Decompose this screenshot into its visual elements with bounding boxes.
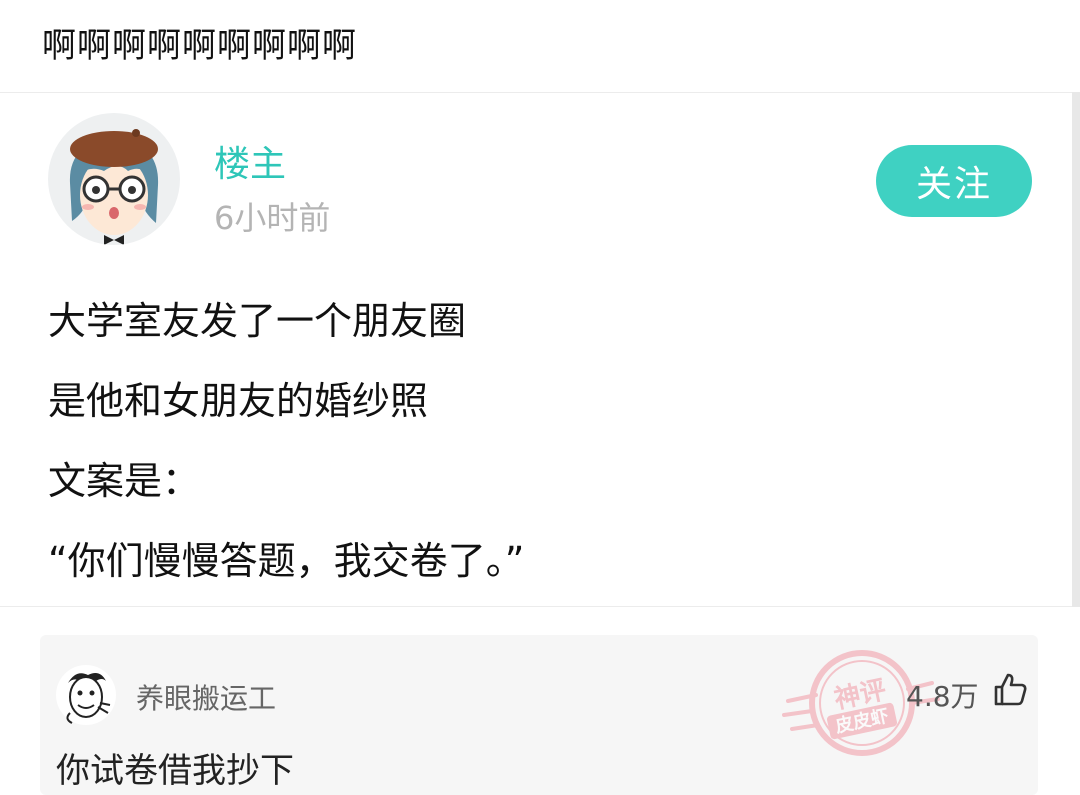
post-line: 大学室友发了一个朋友圈 xyxy=(48,299,467,343)
avatar-illustration-icon xyxy=(69,129,159,245)
cartoon-face-icon xyxy=(56,665,116,725)
page-caption: 啊啊啊啊啊啊啊啊啊 xyxy=(42,26,357,66)
like-count: 4.8万 xyxy=(906,680,979,713)
author-avatar[interactable] xyxy=(48,113,180,245)
post-line: 文案是： xyxy=(48,459,201,503)
post-line: “你们慢慢答题，我交卷了。” xyxy=(48,539,525,583)
scrollbar-track[interactable] xyxy=(1072,92,1080,607)
post-time: 6小时前 xyxy=(214,199,331,237)
post-card: 楼主 6小时前 关注 大学室友发了一个朋友圈 是他和女朋友的婚纱照 文案是： “… xyxy=(0,92,1080,607)
thumbs-up-icon[interactable] xyxy=(992,671,1028,707)
post-body: 大学室友发了一个朋友圈 是他和女朋友的婚纱照 文案是： “你们慢慢答题，我交卷了… xyxy=(48,291,1028,611)
follow-button[interactable]: 关注 xyxy=(876,145,1032,217)
comment-text: 你试卷借我抄下 xyxy=(56,751,294,791)
post-line: 是他和女朋友的婚纱照 xyxy=(48,379,429,423)
author-name[interactable]: 楼主 xyxy=(214,135,286,187)
commenter-name[interactable]: 养眼搬运工 xyxy=(136,677,276,717)
commenter-avatar[interactable] xyxy=(54,663,118,727)
comment-card: 养眼搬运工 你试卷借我抄下 神评 皮皮虾 4.8万 xyxy=(40,635,1038,795)
